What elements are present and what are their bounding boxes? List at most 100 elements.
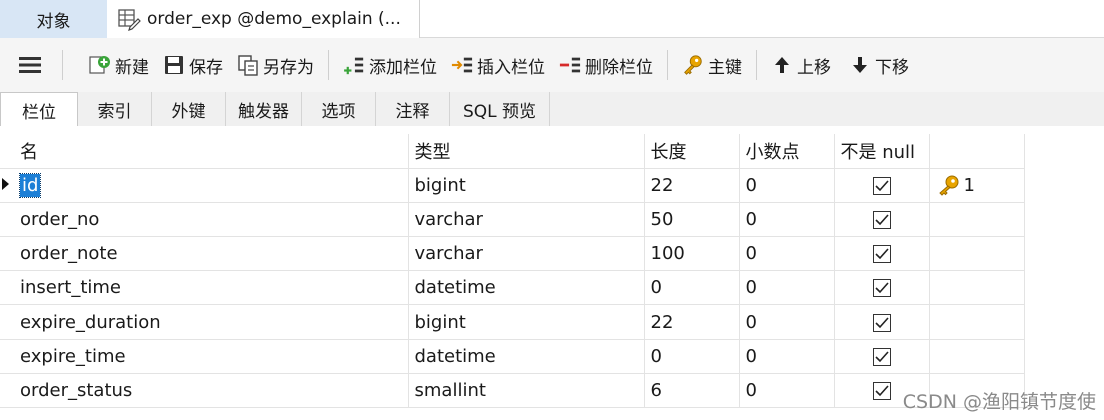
tab-foreign-keys[interactable]: 外键 <box>152 92 226 126</box>
checkmark-icon <box>874 316 889 328</box>
table-row[interactable]: id bigint 22 0 1 <box>0 168 1025 203</box>
tab-comment[interactable]: 注释 <box>376 92 450 126</box>
not-null-checkbox[interactable] <box>872 176 891 195</box>
field-type-text: bigint <box>414 174 466 196</box>
table-row[interactable]: order_no varchar 50 0 <box>0 202 1025 238</box>
table-row[interactable]: insert_time datetime 0 0 <box>0 270 1025 306</box>
cell-field-length[interactable]: 6 <box>644 373 740 409</box>
tab-sql-preview[interactable]: SQL 预览 <box>450 92 550 126</box>
column-header-type-label: 类型 <box>414 141 451 163</box>
cell-not-null <box>834 168 930 203</box>
watermark: CSDN @渔阳镇节度使 <box>902 391 1096 413</box>
tab-comment-label: 注释 <box>395 101 430 122</box>
tab-objects[interactable]: 对象 <box>0 0 107 38</box>
cell-field-type[interactable]: datetime <box>408 339 645 374</box>
not-null-checkbox[interactable] <box>872 381 891 400</box>
cell-field-decimals[interactable]: 0 <box>739 236 835 272</box>
add-field-label: 添加栏位 <box>369 57 437 78</box>
cell-field-name[interactable]: expire_time <box>14 339 409 374</box>
field-name-text: order_note <box>20 243 118 265</box>
checkmark-icon <box>874 351 889 362</box>
column-header-length[interactable]: 长度 <box>644 134 740 169</box>
field-length-text: 22 <box>650 174 674 196</box>
column-header-decimals[interactable]: 小数点 <box>739 134 835 169</box>
delete-field-button[interactable]: 删除栏位 <box>555 45 657 85</box>
cell-field-type[interactable]: datetime <box>408 270 645 306</box>
cell-field-length[interactable]: 100 <box>644 236 740 272</box>
column-header-not-null[interactable]: 不是 null <box>834 134 930 169</box>
move-up-button[interactable]: 上移 <box>767 45 835 85</box>
cell-field-length[interactable]: 22 <box>644 304 740 340</box>
cell-field-name[interactable]: order_no <box>14 202 409 238</box>
tab-fields-label: 栏位 <box>22 102 56 123</box>
cell-field-type[interactable]: bigint <box>408 168 645 203</box>
move-up-label: 上移 <box>797 57 831 78</box>
row-marker <box>0 168 14 203</box>
cell-field-name[interactable]: expire_duration <box>14 304 409 340</box>
cell-field-decimals[interactable]: 0 <box>739 339 835 374</box>
cell-not-null <box>834 304 930 340</box>
table-row[interactable]: order_note varchar 100 0 <box>0 236 1025 272</box>
grid-header-row: 名 类型 长度 小数点 不是 null <box>0 134 1025 169</box>
table-row[interactable]: expire_time datetime 0 0 <box>0 339 1025 374</box>
not-null-checkbox[interactable] <box>872 313 891 332</box>
new-label: 新建 <box>115 57 149 78</box>
not-null-checkbox[interactable] <box>872 347 891 366</box>
cell-field-name[interactable]: order_note <box>14 236 409 272</box>
save-button[interactable]: 保存 <box>159 45 227 85</box>
cell-field-length[interactable]: 50 <box>644 202 740 238</box>
fields-table-body: id bigint 22 0 1 order_no varchar 50 0 order_note… <box>0 168 1025 409</box>
tab-triggers[interactable]: 触发器 <box>226 92 302 126</box>
checkmark-icon <box>874 248 889 260</box>
column-header-length-label: 长度 <box>650 141 687 163</box>
toolbar-separator <box>328 50 329 80</box>
not-null-checkbox[interactable] <box>872 279 891 298</box>
insert-field-button[interactable]: 插入栏位 <box>447 45 549 85</box>
row-marker <box>0 339 14 374</box>
field-decimals-text: 0 <box>745 345 757 367</box>
toolbar-separator <box>62 50 63 80</box>
cell-field-length[interactable]: 0 <box>644 339 740 374</box>
row-marker <box>0 373 14 409</box>
not-null-checkbox[interactable] <box>872 210 891 229</box>
cell-field-name[interactable]: id <box>14 168 409 203</box>
column-header-name[interactable]: 名 <box>14 134 409 169</box>
cell-field-type[interactable]: smallint <box>408 373 645 409</box>
row-marker <box>0 236 14 272</box>
tab-table-designer-title: order_exp @demo_explain (... <box>147 9 401 29</box>
not-null-checkbox[interactable] <box>872 245 891 264</box>
cell-field-length[interactable]: 0 <box>644 270 740 306</box>
new-button[interactable]: 新建 <box>85 45 153 85</box>
move-down-button[interactable]: 下移 <box>845 45 913 85</box>
menu-icon[interactable] <box>16 51 44 79</box>
cell-field-decimals[interactable]: 0 <box>739 202 835 238</box>
tab-indexes[interactable]: 索引 <box>78 92 152 126</box>
save-as-button[interactable]: 另存为 <box>233 45 318 85</box>
table-row[interactable]: expire_duration bigint 22 0 <box>0 304 1025 340</box>
tab-fields[interactable]: 栏位 <box>0 92 78 127</box>
cell-field-decimals[interactable]: 0 <box>739 168 835 203</box>
fields-table: 名 类型 长度 小数点 不是 null id bigint 22 0 1 order_no… <box>0 134 1025 409</box>
cell-field-name[interactable]: insert_time <box>14 270 409 306</box>
primary-key-button[interactable]: 主键 <box>678 45 746 85</box>
cell-field-decimals[interactable]: 0 <box>739 373 835 409</box>
tab-table-designer[interactable]: order_exp @demo_explain (... <box>107 0 420 38</box>
delete-field-label: 删除栏位 <box>585 57 653 78</box>
cell-field-decimals[interactable]: 0 <box>739 304 835 340</box>
row-marker <box>0 202 14 238</box>
tab-options[interactable]: 选项 <box>302 92 376 126</box>
field-decimals-text: 0 <box>745 174 757 196</box>
cell-field-type[interactable]: varchar <box>408 236 645 272</box>
cell-field-type[interactable]: bigint <box>408 304 645 340</box>
field-type-text: smallint <box>414 379 486 401</box>
field-name-text: order_no <box>20 208 100 230</box>
column-header-type[interactable]: 类型 <box>408 134 645 169</box>
cell-field-type[interactable]: varchar <box>408 202 645 238</box>
add-field-button[interactable]: 添加栏位 <box>339 45 441 85</box>
table-row[interactable]: order_status smallint 6 0 <box>0 373 1025 409</box>
cell-field-name[interactable]: order_status <box>14 373 409 409</box>
cell-field-decimals[interactable]: 0 <box>739 270 835 306</box>
cell-field-length[interactable]: 22 <box>644 168 740 203</box>
fields-grid: 名 类型 长度 小数点 不是 null id bigint 22 0 1 order_no… <box>0 126 1104 420</box>
tab-triggers-label: 触发器 <box>238 101 289 122</box>
